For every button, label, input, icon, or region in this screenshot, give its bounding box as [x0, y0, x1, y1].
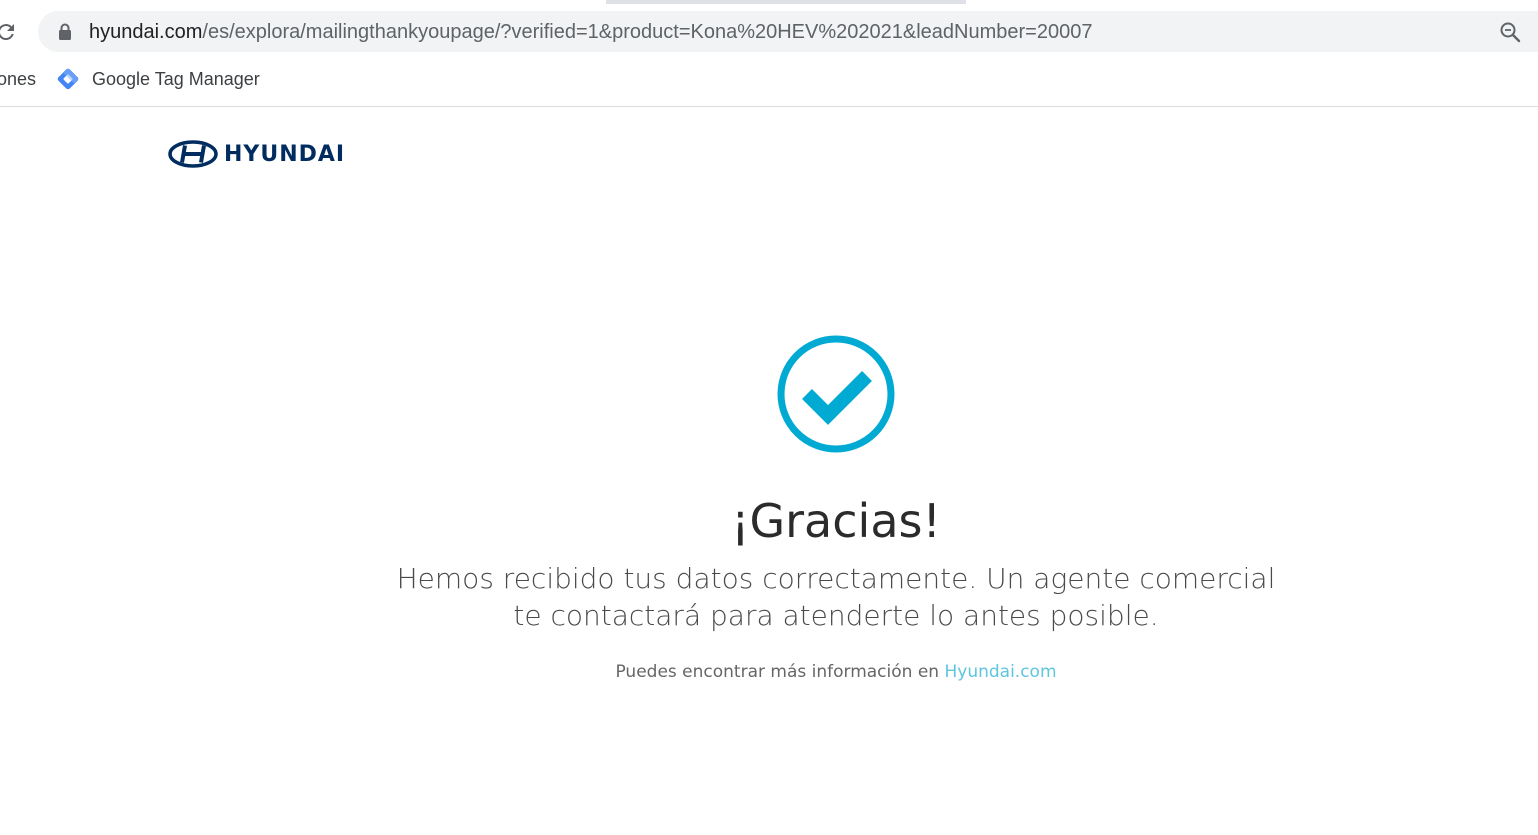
bookmarks-bar: ones Google Tag Manager	[0, 58, 1538, 107]
browser-toolbar: hyundai.com/es/explora/mailingthankyoupa…	[0, 4, 1538, 58]
brand-wordmark: HYUNDAI	[224, 141, 346, 167]
page-content: HYUNDAI ¡Gracias! Hemos recibido tus dat…	[0, 107, 1538, 835]
more-info-text: Puedes encontrar más información en Hyun…	[0, 660, 1538, 684]
url-host: hyundai.com	[89, 21, 203, 43]
url-path: /es/explora/mailingthankyoupage/?verifie…	[202, 21, 1093, 43]
check-circle-icon	[777, 335, 895, 453]
bookmark-label: Google Tag Manager	[92, 68, 260, 89]
more-info-prefix: Puedes encontrar más información en	[615, 662, 940, 682]
hyundai-logo[interactable]: HYUNDAI	[168, 140, 345, 168]
bookmark-item[interactable]: ones	[0, 68, 36, 90]
page-title: ¡Gracias!	[731, 494, 941, 548]
url-text[interactable]: hyundai.com/es/explora/mailingthankyoupa…	[89, 20, 1092, 44]
reload-icon	[0, 24, 14, 40]
zoom-icon[interactable]	[1499, 21, 1521, 43]
confirmation-message: Hemos recibido tus datos correctamente. …	[396, 562, 1276, 632]
bookmark-google-tag-manager[interactable]: Google Tag Manager	[55, 66, 260, 92]
hyundai-emblem-icon	[168, 140, 218, 168]
google-tag-manager-icon	[57, 68, 79, 90]
address-bar[interactable]: hyundai.com/es/explora/mailingthankyoupa…	[38, 11, 1538, 52]
reload-button[interactable]	[0, 20, 18, 44]
hyundai-site-link[interactable]: Hyundai.com	[944, 662, 1056, 682]
lock-icon[interactable]	[57, 23, 73, 40]
bookmark-label: ones	[0, 69, 37, 89]
